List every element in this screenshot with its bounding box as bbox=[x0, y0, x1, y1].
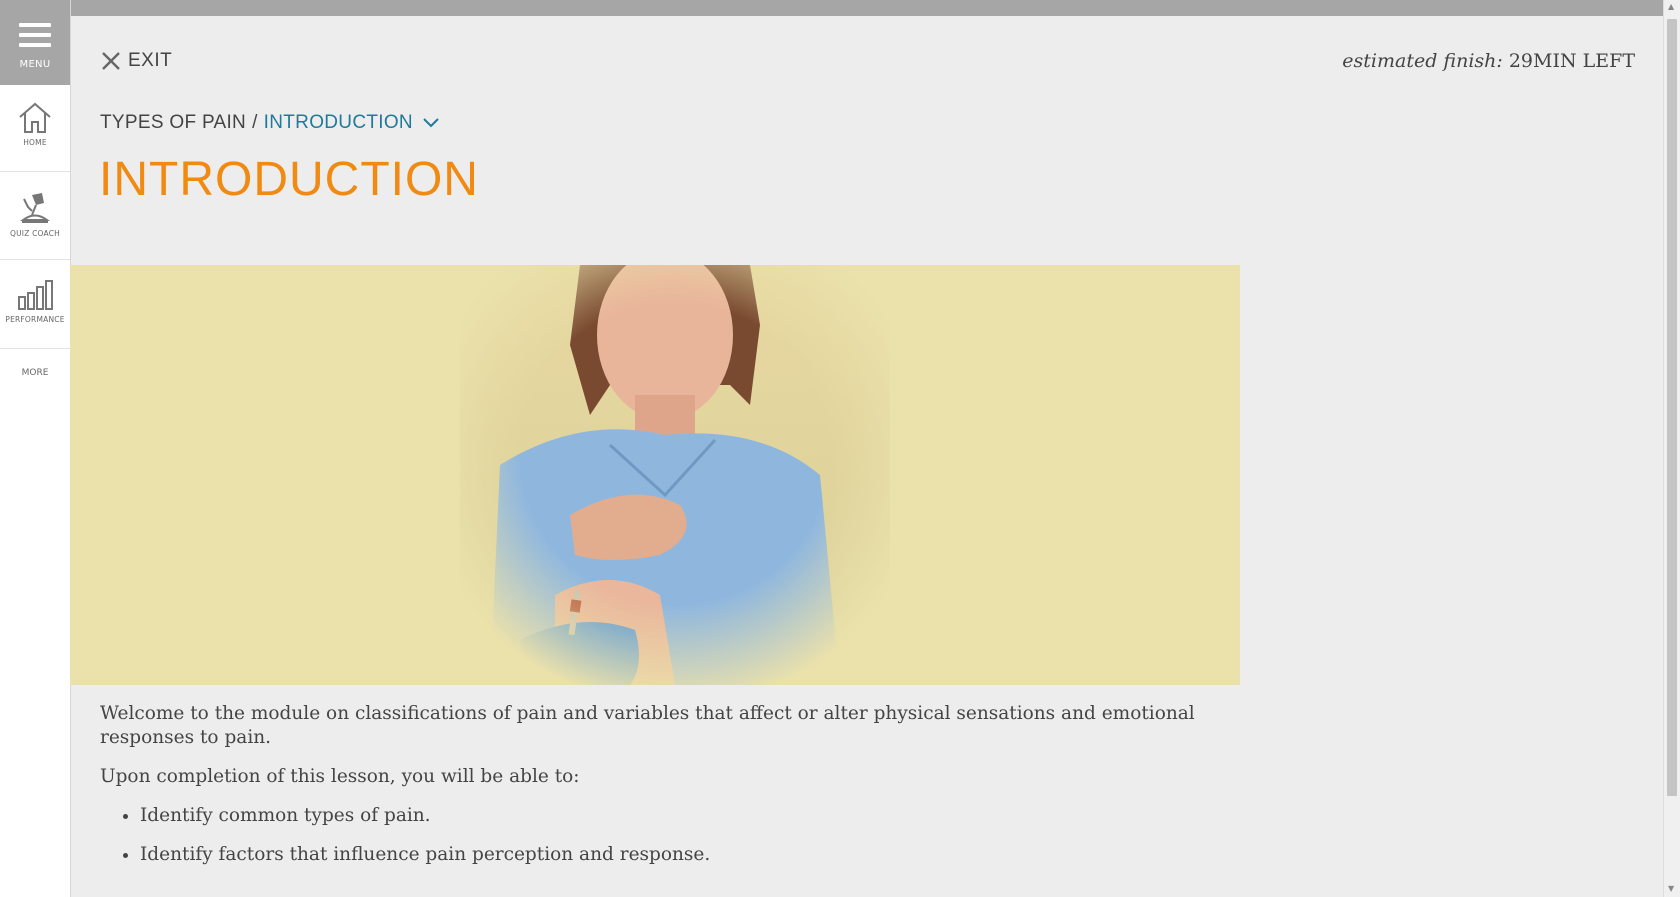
sidebar-item-label: HOME bbox=[23, 138, 47, 147]
menu-label: MENU bbox=[19, 59, 51, 70]
scroll-down-arrow-icon[interactable]: ▼ bbox=[1668, 884, 1674, 893]
menu-button[interactable]: MENU bbox=[0, 0, 70, 85]
intro-paragraph: Welcome to the module on classifications… bbox=[100, 703, 1195, 748]
breadcrumb-current[interactable]: INTRODUCTION bbox=[264, 112, 413, 134]
hero-image bbox=[70, 265, 1240, 685]
home-icon bbox=[19, 102, 51, 133]
bar-chart-icon bbox=[18, 280, 53, 310]
sidebar-item-label: QUIZ COACH bbox=[9, 229, 60, 238]
breadcrumb-separator: / bbox=[252, 112, 258, 133]
objectives-list: Identify common types of pain. Identify … bbox=[100, 804, 1260, 867]
sidebar-more[interactable]: MORE bbox=[0, 368, 70, 378]
estimated-finish: estimated finish: 29MIN LEFT bbox=[1342, 50, 1635, 72]
scrollbar-thumb[interactable] bbox=[1667, 19, 1677, 796]
list-item: Identify common types of pain. bbox=[140, 804, 1260, 828]
sidebar-item-quiz-coach[interactable]: QUIZ COACH bbox=[0, 172, 70, 260]
estimated-finish-prefix: estimated finish: bbox=[1342, 50, 1503, 72]
lesson-body: Welcome to the module on classifications… bbox=[100, 702, 1260, 882]
breadcrumb-parent[interactable]: TYPES OF PAIN bbox=[100, 112, 246, 134]
close-icon bbox=[102, 52, 120, 70]
sidebar-item-performance[interactable]: PERFORMANCE bbox=[0, 260, 70, 349]
estimated-finish-value: 29MIN LEFT bbox=[1508, 50, 1635, 72]
patient-injection-photo bbox=[460, 265, 890, 685]
exit-label: EXIT bbox=[128, 50, 173, 71]
scroll-up-arrow-icon[interactable]: ▲ bbox=[1668, 2, 1674, 11]
sidebar: MENU HOME QUIZ COACH PERFORMANCE MORE bbox=[0, 0, 71, 897]
breadcrumb: TYPES OF PAIN / INTRODUCTION bbox=[100, 112, 439, 134]
hamburger-icon bbox=[19, 23, 51, 53]
sidebar-item-label: PERFORMANCE bbox=[5, 315, 65, 324]
sidebar-item-home[interactable]: HOME bbox=[0, 85, 70, 172]
top-progress-bar bbox=[70, 0, 1663, 16]
page-title: INTRODUCTION bbox=[99, 153, 479, 206]
exit-button[interactable]: EXIT bbox=[100, 50, 172, 72]
objectives-lead: Upon completion of this lesson, you will… bbox=[100, 766, 580, 787]
quiz-coach-icon bbox=[19, 193, 51, 223]
list-item: Identify factors that influence pain per… bbox=[140, 843, 1260, 867]
vertical-scrollbar[interactable]: ▲ ▼ bbox=[1663, 0, 1680, 897]
chevron-down-icon[interactable] bbox=[423, 118, 439, 128]
